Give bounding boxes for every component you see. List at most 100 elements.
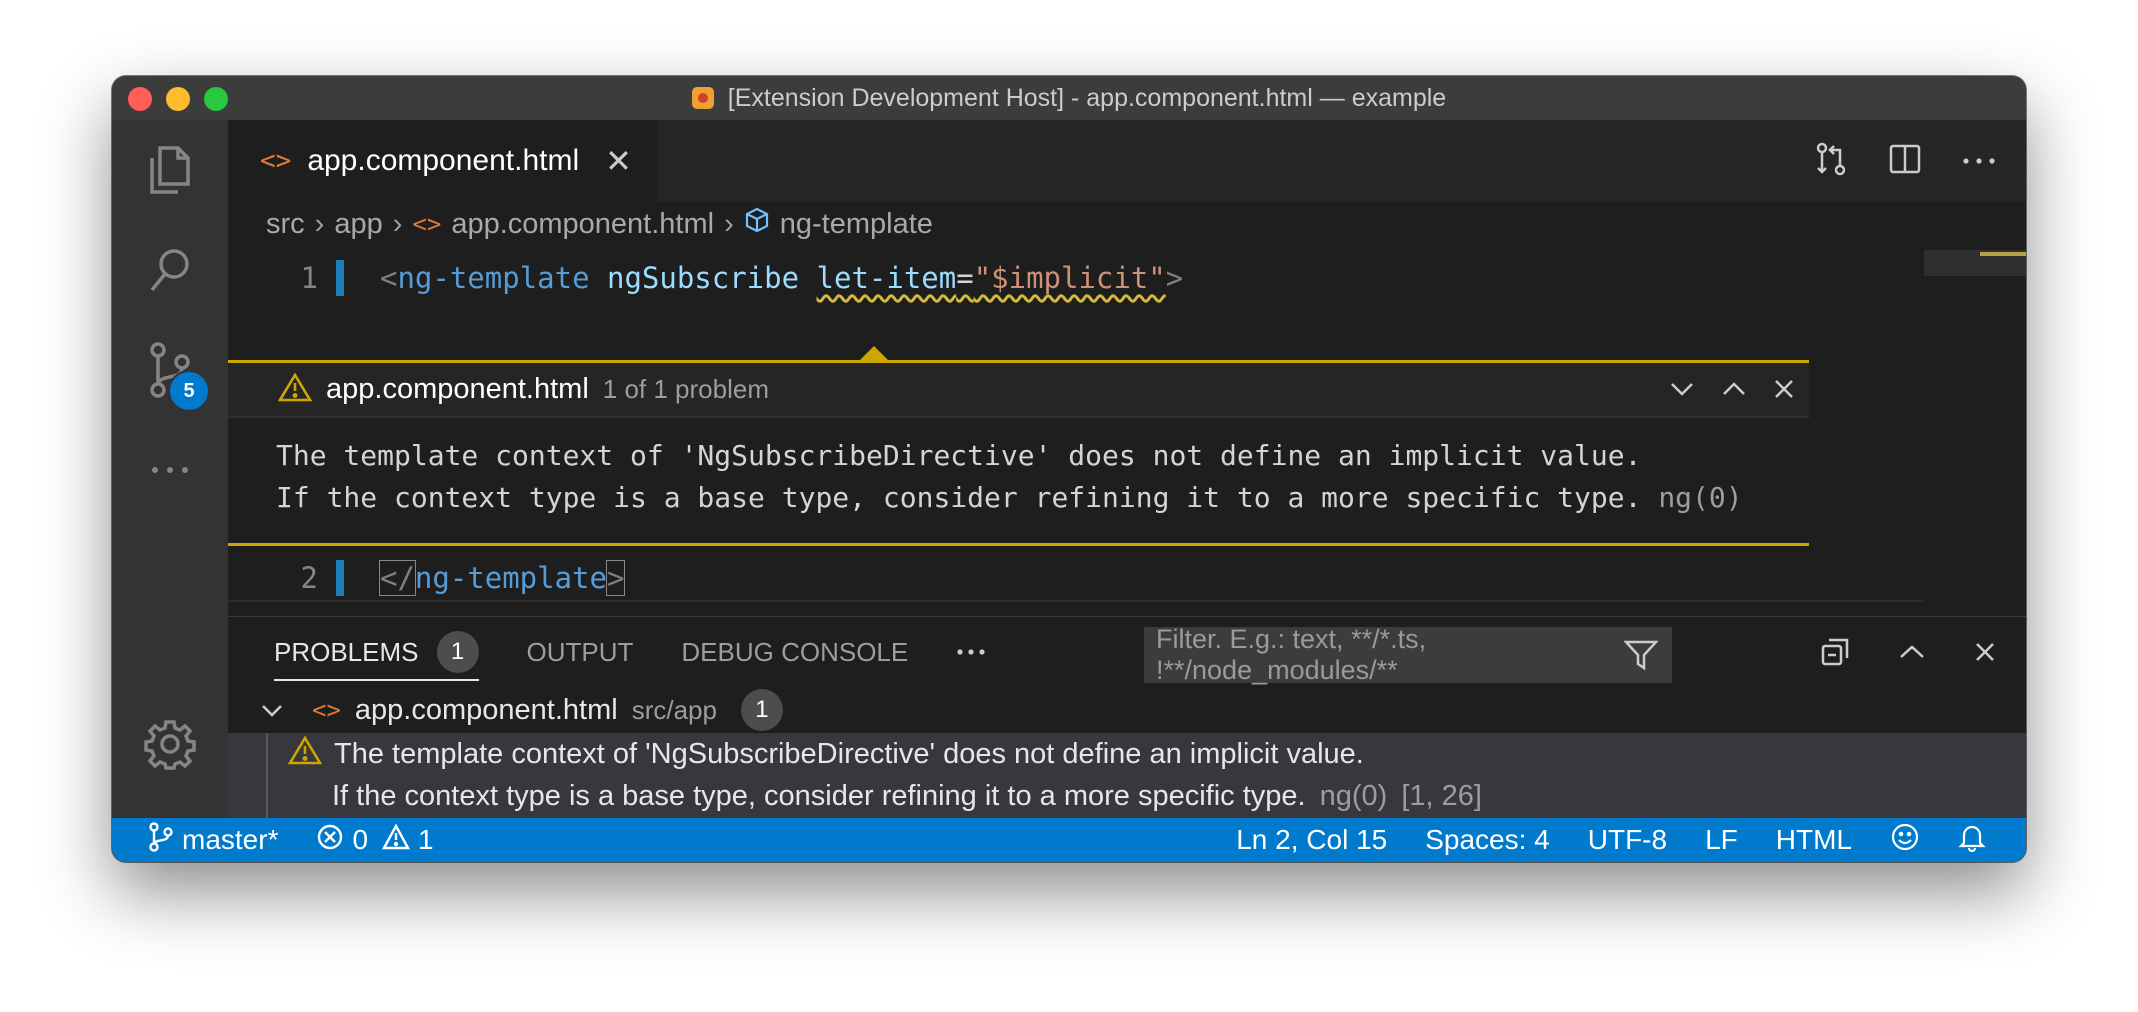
breadcrumb-item[interactable]: src — [266, 208, 305, 241]
problem-item[interactable]: The template context of 'NgSubscribeDire… — [228, 733, 2026, 819]
warning-count: 1 — [418, 824, 434, 855]
token-eq: = — [956, 261, 974, 295]
chevron-right-icon: › — [724, 207, 734, 240]
maximize-panel-icon[interactable] — [1898, 644, 1926, 665]
tab-output[interactable]: OUTPUT — [527, 617, 634, 687]
chevron-down-icon[interactable] — [1669, 381, 1695, 402]
tab-output-label: OUTPUT — [526, 636, 634, 667]
peek-controls — [1669, 369, 1795, 413]
peek-pointer — [860, 346, 888, 360]
chevron-right-icon: › — [392, 207, 403, 240]
status-right: Ln 2, Col 15 Spaces: 4 UTF-8 LF HTML — [1236, 818, 1986, 862]
code-line-1[interactable]: 1 < ng-template ngSubscribe let-item="$i… — [228, 256, 1924, 300]
zoom-window-button[interactable] — [204, 87, 228, 111]
code-line-2[interactable]: 2 </ ng-template > — [228, 556, 1924, 602]
symbol-cube-icon — [744, 207, 770, 241]
cursor-position[interactable]: Ln 2, Col 15 — [1236, 824, 1387, 856]
editor-actions — [1814, 120, 1996, 202]
traffic-lights — [128, 87, 228, 111]
tab-debug-label: DEBUG CONSOLE — [681, 636, 909, 667]
token-punct: > — [605, 560, 626, 596]
warning-squiggle[interactable]: let-item="$implicit" — [817, 261, 1166, 295]
problems-filter-input[interactable]: Filter. E.g.: text, **/*.ts, !**/node_mo… — [1144, 624, 1672, 685]
collapse-all-icon[interactable] — [1820, 637, 1850, 672]
problems-status[interactable]: 0 1 — [316, 822, 434, 858]
problems-file-path: src/app — [631, 694, 717, 725]
gear-icon[interactable] — [112, 694, 228, 794]
close-panel-icon[interactable] — [1974, 641, 1996, 668]
html-file-icon: <> — [260, 146, 292, 176]
minimap[interactable] — [1924, 250, 2026, 550]
filter-placeholder: Filter. E.g.: text, **/*.ts, !**/node_mo… — [1156, 624, 1427, 685]
breadcrumb: src › app › <> app.component.html › ng-t… — [228, 202, 2026, 246]
warning-icon — [287, 735, 323, 773]
token-string: "$implicit" — [973, 261, 1166, 295]
problems-file-count: 1 — [740, 689, 783, 731]
close-window-button[interactable] — [128, 87, 152, 111]
token-tag: ng-template — [414, 561, 607, 595]
error-icon — [316, 823, 344, 858]
feedback-smiley-icon[interactable] — [1890, 822, 1920, 859]
more-views-icon[interactable] — [112, 420, 228, 520]
warning-icon — [382, 822, 411, 857]
status-left: master* 0 1 — [112, 821, 434, 859]
problems-file-name: app.component.html — [354, 693, 618, 726]
peek-message: The template context of 'NgSubscribeDire… — [228, 419, 1809, 543]
status-bar: master* 0 1 Ln 2, Col 15 Spaces: 4 UTF-8… — [112, 818, 2026, 862]
tree-indent-guide — [266, 733, 268, 819]
line-number: 1 — [300, 261, 318, 295]
search-icon[interactable] — [112, 220, 228, 320]
minimize-window-button[interactable] — [166, 87, 190, 111]
window-title: [Extension Development Host] - app.compo… — [727, 83, 1447, 112]
problem-line-1: The template context of 'NgSubscribeDire… — [287, 733, 1364, 775]
token-punct: < — [380, 261, 398, 295]
tab-problems[interactable]: PROBLEMS 1 — [274, 617, 479, 687]
open-changes-icon[interactable] — [1814, 142, 1848, 181]
breadcrumb-item[interactable]: ng-template — [780, 208, 933, 241]
token-tag: ng-template — [397, 261, 590, 295]
problem-code: ng(0) — [1319, 779, 1388, 812]
more-actions-icon[interactable] — [1962, 152, 1996, 170]
language-mode[interactable]: HTML — [1776, 824, 1852, 856]
encoding[interactable]: UTF-8 — [1588, 824, 1667, 856]
gutter-modified-indicator — [336, 560, 344, 596]
token-punct: </ — [379, 560, 416, 596]
problems-file-row[interactable]: <> app.component.html src/app 1 — [228, 687, 2026, 733]
explorer-icon[interactable] — [112, 120, 228, 220]
minimap-line — [1980, 252, 2026, 256]
close-tab-icon[interactable]: ✕ — [605, 142, 632, 180]
peek-message-line: The template context of 'NgSubscribeDire… — [276, 439, 1642, 472]
branch-status[interactable]: master* — [148, 821, 278, 859]
tab-debug-console[interactable]: DEBUG CONSOLE — [681, 617, 908, 687]
split-editor-icon[interactable] — [1888, 142, 1922, 181]
tab-app-component[interactable]: <> app.component.html ✕ — [228, 120, 658, 202]
html-file-icon: <> — [312, 696, 341, 724]
filter-icon[interactable] — [1623, 639, 1659, 678]
tab-label: app.component.html — [307, 144, 580, 177]
token-attr: let-item — [816, 261, 957, 295]
breadcrumb-item[interactable]: app.component.html — [451, 208, 714, 241]
indentation[interactable]: Spaces: 4 — [1425, 824, 1550, 856]
more-panels-icon[interactable] — [956, 617, 986, 687]
problem-position: [1, 26] — [1401, 779, 1482, 812]
peek-file-name: app.component.html — [326, 373, 589, 405]
tab-problems-label: PROBLEMS — [274, 636, 419, 667]
panel-tabs: PROBLEMS 1 OUTPUT DEBUG CONSOLE — [228, 617, 2026, 687]
source-control-badge: 5 — [168, 370, 210, 412]
notifications-bell-icon[interactable] — [1958, 822, 1986, 859]
chevron-up-icon[interactable] — [1721, 381, 1747, 402]
end-of-line[interactable]: LF — [1705, 824, 1738, 856]
panel-actions — [1820, 629, 1996, 679]
close-peek-icon[interactable] — [1773, 378, 1795, 405]
chevron-right-icon: › — [314, 207, 325, 240]
source-control-icon[interactable]: 5 — [112, 320, 228, 420]
token-punct: > — [1165, 261, 1184, 295]
problem-message: The template context of 'NgSubscribeDire… — [334, 737, 1364, 770]
html-file-icon: <> — [412, 210, 442, 238]
problem-message: If the context type is a base type, cons… — [332, 779, 1306, 812]
peek-problem-count: 1 of 1 problem — [602, 374, 769, 404]
breadcrumb-item[interactable]: app — [334, 208, 382, 241]
token-attr: ngSubscribe — [607, 261, 800, 295]
chevron-down-icon[interactable] — [260, 694, 284, 727]
peek-problem-widget: app.component.html 1 of 1 problem The te… — [228, 360, 1809, 546]
